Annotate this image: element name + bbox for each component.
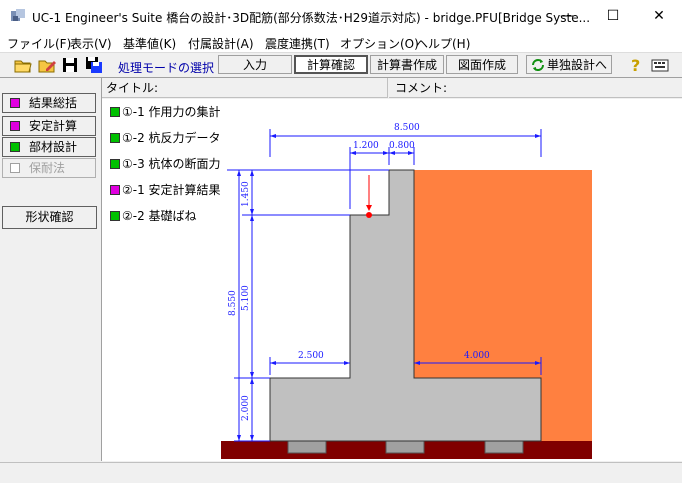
content-area: ①-1 作用力の集計 ①-2 杭反力データ ①-3 杭体の断面力 ②-1 安定計… (102, 99, 682, 461)
app-icon (11, 9, 25, 21)
menu-seismic[interactable]: 震度連携(T) (265, 35, 330, 52)
dim-top-b: 0.800 (389, 141, 415, 151)
stability-button[interactable]: 安定計算 (2, 116, 96, 136)
shape-check-button[interactable]: 形状確認 (2, 206, 97, 229)
dim-top-a: 1.200 (353, 141, 379, 151)
load-arrow-head (366, 205, 372, 211)
member-design-button[interactable]: 部材設計 (2, 137, 96, 157)
load-point (366, 212, 372, 218)
menu-options[interactable]: オプション(O) (340, 35, 419, 52)
summary-button[interactable]: 結果総括 (2, 93, 96, 113)
save-icon[interactable] (61, 56, 79, 74)
menu-attached[interactable]: 付属設計(A) (188, 35, 254, 52)
dim-total-height: 8.550 (228, 290, 238, 316)
status-square (10, 121, 20, 131)
close-button[interactable]: ✕ (636, 0, 682, 32)
pile (287, 440, 327, 454)
dim-top-height: 1.450 (241, 181, 251, 207)
help-icon[interactable]: ? (627, 56, 645, 74)
maximize-button[interactable]: ☐ (590, 0, 636, 32)
comment-field: コメント: (389, 78, 682, 98)
dim-total-width: 8.500 (394, 123, 420, 133)
title-label: タイトル: (106, 81, 159, 95)
dim-right-heel: 4.000 (464, 351, 490, 361)
save-as-icon[interactable] (85, 56, 103, 74)
dim-wall-height: 5.100 (241, 285, 251, 311)
calc-check-button[interactable]: 計算確認 (294, 55, 368, 74)
left-panel: 結果総括 安定計算 部材設計 保耐法 形状確認 (0, 78, 102, 461)
window-title: UC-1 Engineer's Suite 橋台の設計･3D配筋(部分係数法･H… (32, 11, 591, 25)
open-folder-icon[interactable] (14, 56, 32, 74)
title-bar: UC-1 Engineer's Suite 橋台の設計･3D配筋(部分係数法･H… (0, 0, 682, 33)
dim-left-toe: 2.500 (298, 351, 324, 361)
pile (385, 440, 425, 454)
status-square (10, 98, 20, 108)
minimize-button[interactable]: — (544, 0, 590, 32)
ductility-button[interactable]: 保耐法 (2, 158, 96, 178)
report-button[interactable]: 計算書作成 (370, 55, 444, 74)
dim-footing-height: 2.000 (241, 395, 251, 421)
menu-view[interactable]: 表示(V) (70, 35, 112, 52)
comment-label: コメント: (395, 81, 448, 95)
pile (484, 440, 524, 454)
mode-label: 処理モードの選択 (118, 61, 215, 75)
menu-bar: ファイル(F) 表示(V) 基準値(K) 付属設計(A) 震度連携(T) オプシ… (0, 32, 682, 53)
status-square (10, 163, 20, 173)
drawing-button[interactable]: 図面作成 (446, 55, 518, 74)
standalone-label: 単独設計へ (546, 58, 607, 72)
standalone-button[interactable]: 単独設計へ (526, 55, 612, 74)
refresh-icon (532, 59, 544, 71)
toolbar: 処理モードの選択 入力 計算確認 計算書作成 図面作成 単独設計へ ? (0, 53, 682, 78)
keyboard-icon[interactable] (651, 56, 669, 74)
menu-help[interactable]: ヘルプ(H) (416, 35, 470, 52)
svg-text:?: ? (631, 56, 640, 74)
menu-file[interactable]: ファイル(F) (7, 35, 71, 52)
abutment-drawing: 8.500 1.200 0.800 2.500 4.000 8.550 1.45… (221, 123, 592, 459)
status-bar (0, 462, 682, 483)
status-square (10, 142, 20, 152)
menu-standard[interactable]: 基準値(K) (123, 35, 176, 52)
input-button[interactable]: 入力 (218, 55, 292, 74)
edit-icon[interactable] (38, 56, 56, 74)
title-field: タイトル: (102, 78, 388, 98)
